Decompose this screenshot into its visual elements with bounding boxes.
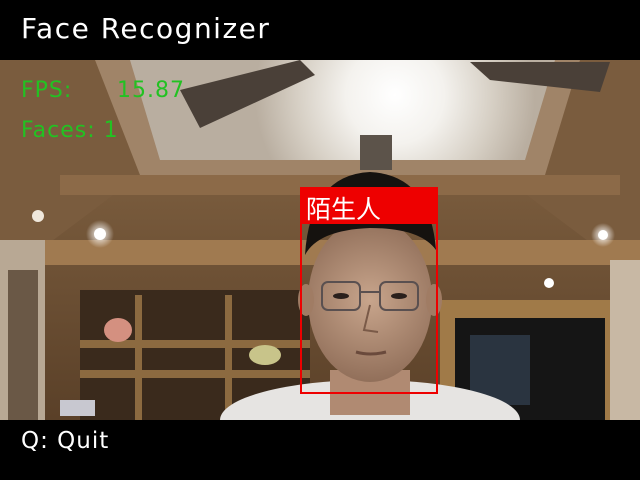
faces-label: Faces: xyxy=(21,118,96,143)
face-recognizer-window: Face Recognizer FPS: 15.87 Faces: 1 陌生人 … xyxy=(0,0,640,480)
faces-count: 1 xyxy=(103,118,119,143)
face-identity-label: 陌生人 xyxy=(306,195,382,224)
fps-label: FPS: xyxy=(21,78,73,103)
fps-readout: FPS: 15.87 xyxy=(21,78,184,103)
fps-value: 15.87 xyxy=(117,78,185,103)
faces-readout: Faces: 1 xyxy=(21,118,119,143)
quit-hint: Q: Quit xyxy=(21,428,110,454)
app-title: Face Recognizer xyxy=(21,12,271,45)
face-bounding-box xyxy=(300,222,438,394)
